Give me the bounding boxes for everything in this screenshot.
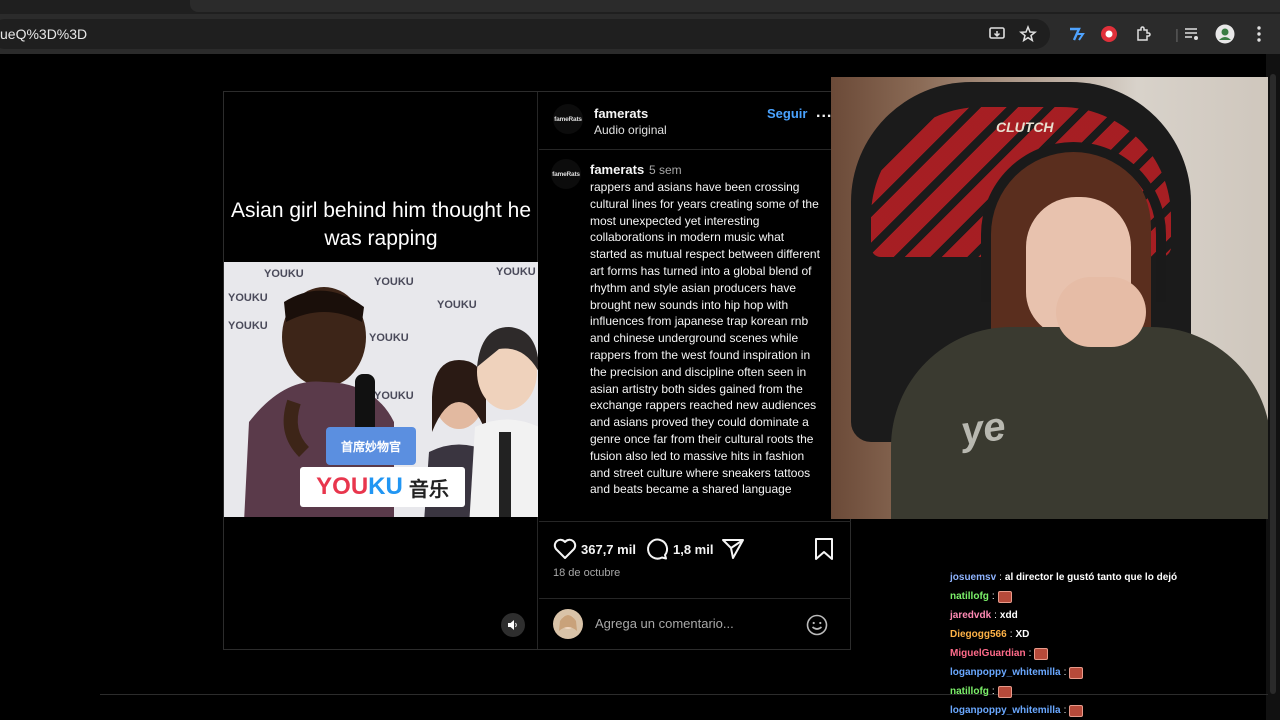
chat-separator: : bbox=[1028, 648, 1032, 659]
speaker-icon bbox=[508, 620, 517, 630]
post-header: fameRats famerats Audio original Seguir … bbox=[539, 92, 851, 150]
chat-username[interactable]: loganpoppy_whitemilla bbox=[950, 701, 1061, 720]
more-options-icon[interactable]: ... bbox=[816, 104, 832, 122]
chat-username[interactable]: jaredvdk bbox=[950, 606, 991, 625]
chat-text: al director le gustó tanto que lo dejó bbox=[1004, 572, 1178, 583]
chat-emote-icon bbox=[1069, 666, 1084, 679]
mic-flag: 首席妙物官 bbox=[326, 427, 416, 465]
chat-message: josuemsv: al director le gustó tanto que … bbox=[950, 568, 1270, 587]
chat-message: loganpoppy_whitemilla: bbox=[950, 701, 1270, 720]
stream-chat: josuemsv: al director le gustó tanto que … bbox=[950, 568, 1270, 720]
chat-separator: : bbox=[999, 572, 1002, 583]
extension-translate-icon[interactable] bbox=[1066, 24, 1086, 44]
profile-avatar[interactable] bbox=[1215, 24, 1235, 44]
install-icon[interactable] bbox=[988, 25, 1006, 43]
chat-separator: : bbox=[1009, 629, 1013, 640]
browser-toolbar: ueQ%3D%3D | bbox=[0, 14, 1280, 54]
post-time[interactable]: 5 sem bbox=[649, 163, 682, 177]
media-icon[interactable] bbox=[1182, 24, 1202, 44]
youku-logo-ku: KU bbox=[368, 473, 403, 500]
chat-username[interactable]: MiguelGuardian bbox=[950, 644, 1026, 663]
interviewer-figure bbox=[469, 327, 538, 517]
youku-logo: YOU KU 音乐 bbox=[300, 467, 465, 507]
chat-separator: : bbox=[991, 591, 995, 602]
streamer-hoodie bbox=[891, 327, 1268, 519]
follow-button[interactable]: Seguir bbox=[767, 106, 807, 121]
streamer-hand bbox=[1056, 277, 1146, 347]
video-caption: Asian girl behind him thought he was rap… bbox=[230, 199, 532, 250]
wall-logo: YOUKU bbox=[496, 266, 536, 278]
chat-message: natillofg: bbox=[950, 682, 1270, 701]
address-bar[interactable]: ueQ%3D%3D bbox=[0, 19, 1050, 49]
comment-icon[interactable] bbox=[644, 536, 670, 562]
url-text[interactable]: ueQ%3D%3D bbox=[0, 26, 87, 42]
chat-message: loganpoppy_whitemilla: bbox=[950, 663, 1270, 682]
chat-message: Diegogg566: XD bbox=[950, 625, 1270, 644]
emoji-icon[interactable] bbox=[805, 613, 829, 637]
chat-emote-icon bbox=[997, 590, 1012, 603]
likes-count[interactable]: 367,7 mil bbox=[581, 542, 636, 557]
post-date[interactable]: 18 de octubre bbox=[553, 567, 620, 579]
chat-username[interactable]: natillofg bbox=[950, 587, 989, 606]
menu-icon[interactable] bbox=[1249, 24, 1269, 44]
wall-logo: YOUKU bbox=[264, 268, 304, 280]
author-username[interactable]: famerats bbox=[594, 106, 648, 121]
mute-button[interactable] bbox=[501, 613, 525, 637]
tab-strip bbox=[0, 0, 1280, 14]
star-icon[interactable] bbox=[1019, 25, 1037, 43]
add-comment-row: Agrega un comentario... bbox=[539, 598, 851, 650]
chat-username[interactable]: josuemsv bbox=[950, 568, 996, 587]
chat-separator: : bbox=[994, 610, 997, 621]
puzzle-icon[interactable] bbox=[1133, 24, 1153, 44]
youku-logo-music: 音乐 bbox=[408, 478, 449, 501]
chat-username[interactable]: loganpoppy_whitemilla bbox=[950, 663, 1061, 682]
bookmark-icon[interactable] bbox=[811, 536, 837, 562]
chat-separator: : bbox=[1063, 667, 1067, 678]
caption-text: rappers and asians have been crossing cu… bbox=[590, 180, 820, 497]
author-avatar[interactable]: fameRats bbox=[553, 104, 583, 134]
post-sidebar: fameRats famerats Audio original Seguir … bbox=[539, 92, 851, 649]
streamer-webcam: CLUTCH ye bbox=[831, 77, 1268, 519]
comments-count[interactable]: 1,8 mil bbox=[673, 542, 713, 557]
video-player[interactable]: Asian girl behind him thought he was rap… bbox=[224, 92, 538, 649]
chat-message: MiguelGuardian: bbox=[950, 644, 1270, 663]
chair-logo: CLUTCH bbox=[996, 119, 1054, 135]
extension-record-icon[interactable] bbox=[1099, 24, 1119, 44]
share-icon[interactable] bbox=[720, 536, 746, 562]
actions-bar: 367,7 mil 1,8 mil 18 de octubre Agrega u… bbox=[539, 521, 851, 649]
instagram-post: Asian girl behind him thought he was rap… bbox=[223, 91, 851, 650]
chat-emote-icon bbox=[997, 685, 1012, 698]
chat-text: XD bbox=[1015, 629, 1030, 640]
chat-separator: : bbox=[1063, 705, 1067, 716]
comment-input[interactable]: Agrega un comentario... bbox=[595, 616, 734, 631]
audio-label[interactable]: Audio original bbox=[594, 123, 667, 137]
hoodie-print: ye bbox=[958, 404, 1009, 454]
active-tab[interactable] bbox=[190, 0, 1280, 12]
chat-username[interactable]: natillofg bbox=[950, 682, 989, 701]
user-avatar bbox=[553, 609, 583, 639]
chat-text: xdd bbox=[999, 610, 1018, 621]
heart-icon[interactable] bbox=[552, 536, 578, 562]
caption-area: fameRats famerats 5 sem rappers and asia… bbox=[539, 151, 851, 521]
youku-logo-you: YOU bbox=[316, 473, 369, 500]
wall-logo: YOUKU bbox=[437, 299, 477, 311]
caption-avatar[interactable]: fameRats bbox=[551, 159, 581, 189]
chat-message: jaredvdk: xdd bbox=[950, 606, 1270, 625]
scrollbar-thumb[interactable] bbox=[1270, 74, 1276, 694]
chat-separator: : bbox=[991, 686, 995, 697]
chat-username[interactable]: Diegogg566 bbox=[950, 625, 1007, 644]
caption-username[interactable]: famerats bbox=[590, 162, 644, 177]
chat-emote-icon bbox=[1069, 704, 1084, 717]
video-frame[interactable]: YOUKU YOUKU YOUKU YOUKU YOUKU YOUKU YOUK… bbox=[224, 262, 538, 517]
chat-message: natillofg: bbox=[950, 587, 1270, 606]
chat-emote-icon bbox=[1034, 647, 1049, 660]
